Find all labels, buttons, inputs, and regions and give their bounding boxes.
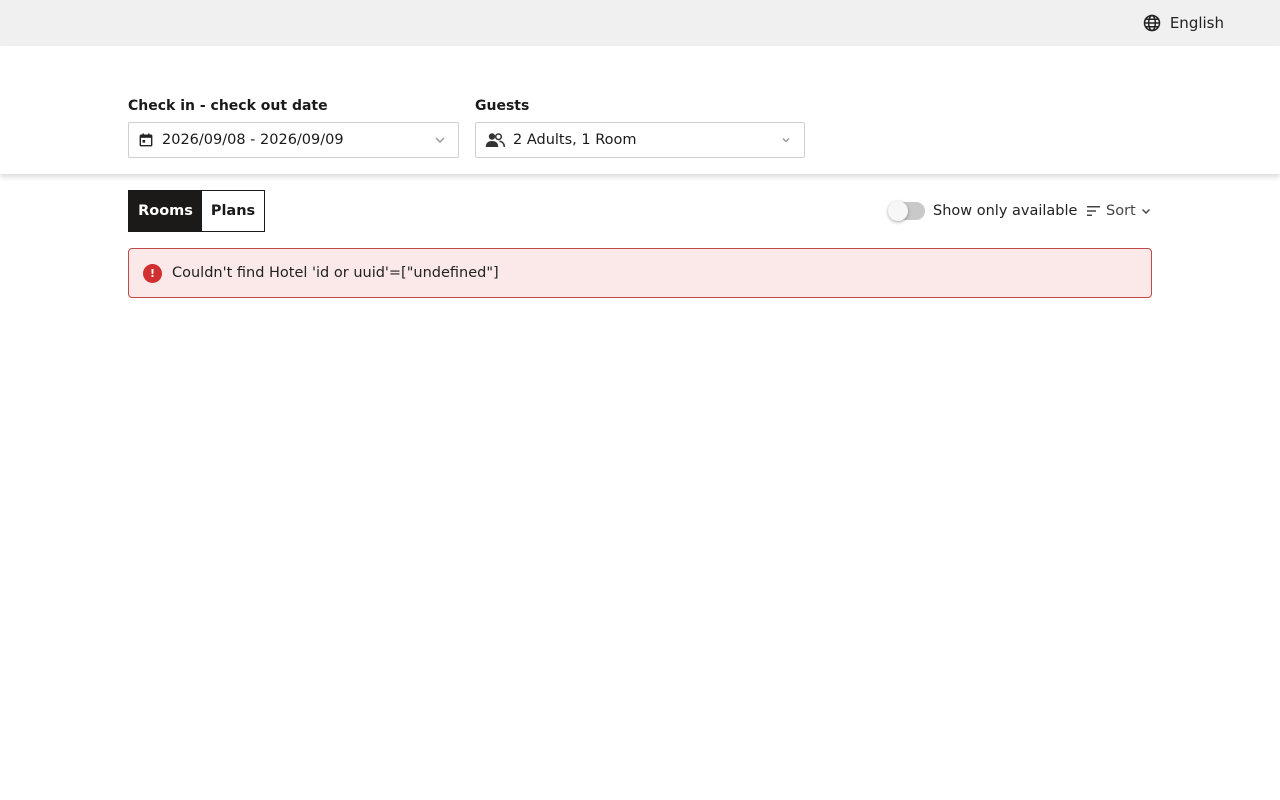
sort-label: Sort — [1106, 203, 1136, 219]
guests-selector[interactable]: 2 Adults, 1 Room — [475, 122, 805, 158]
tab-rooms[interactable]: Rooms — [129, 191, 202, 231]
guests-field: Guests 2 Adults, 1 Room — [475, 97, 805, 158]
show-only-available-label: Show only available — [933, 203, 1078, 219]
error-message: Couldn't find Hotel 'id or uuid'=["undef… — [172, 265, 499, 281]
date-field: Check in - check out date 2026/09/08 - 2… — [128, 97, 459, 158]
view-tabs: Rooms Plans — [128, 190, 265, 232]
globe-icon — [1143, 14, 1161, 32]
language-label: English — [1169, 14, 1224, 32]
date-range-value: 2026/09/08 - 2026/09/09 — [162, 132, 344, 148]
toggle-knob — [888, 201, 908, 221]
error-icon: ! — [143, 263, 162, 283]
date-label: Check in - check out date — [128, 98, 328, 114]
date-range-picker[interactable]: 2026/09/08 - 2026/09/09 — [128, 122, 459, 158]
sort-icon — [1087, 206, 1100, 216]
chevron-down-icon — [435, 137, 445, 143]
guests-value: 2 Adults, 1 Room — [513, 132, 637, 148]
guests-label: Guests — [475, 98, 530, 114]
calendar-icon — [138, 132, 154, 148]
tab-plans[interactable]: Plans — [202, 191, 264, 231]
show-only-available-toggle[interactable] — [888, 201, 925, 221]
language-selector[interactable]: English — [1142, 13, 1224, 33]
people-icon — [485, 132, 505, 148]
search-panel: Check in - check out date 2026/09/08 - 2… — [0, 46, 1280, 174]
show-only-available-control[interactable]: Show only available — [888, 200, 1078, 222]
chevron-down-icon — [1141, 209, 1150, 214]
chevron-down-icon — [782, 138, 790, 143]
error-alert: ! Couldn't find Hotel 'id or uuid'=["und… — [128, 248, 1152, 298]
sort-button[interactable]: Sort — [1087, 200, 1151, 222]
top-bar: English — [0, 0, 1280, 46]
